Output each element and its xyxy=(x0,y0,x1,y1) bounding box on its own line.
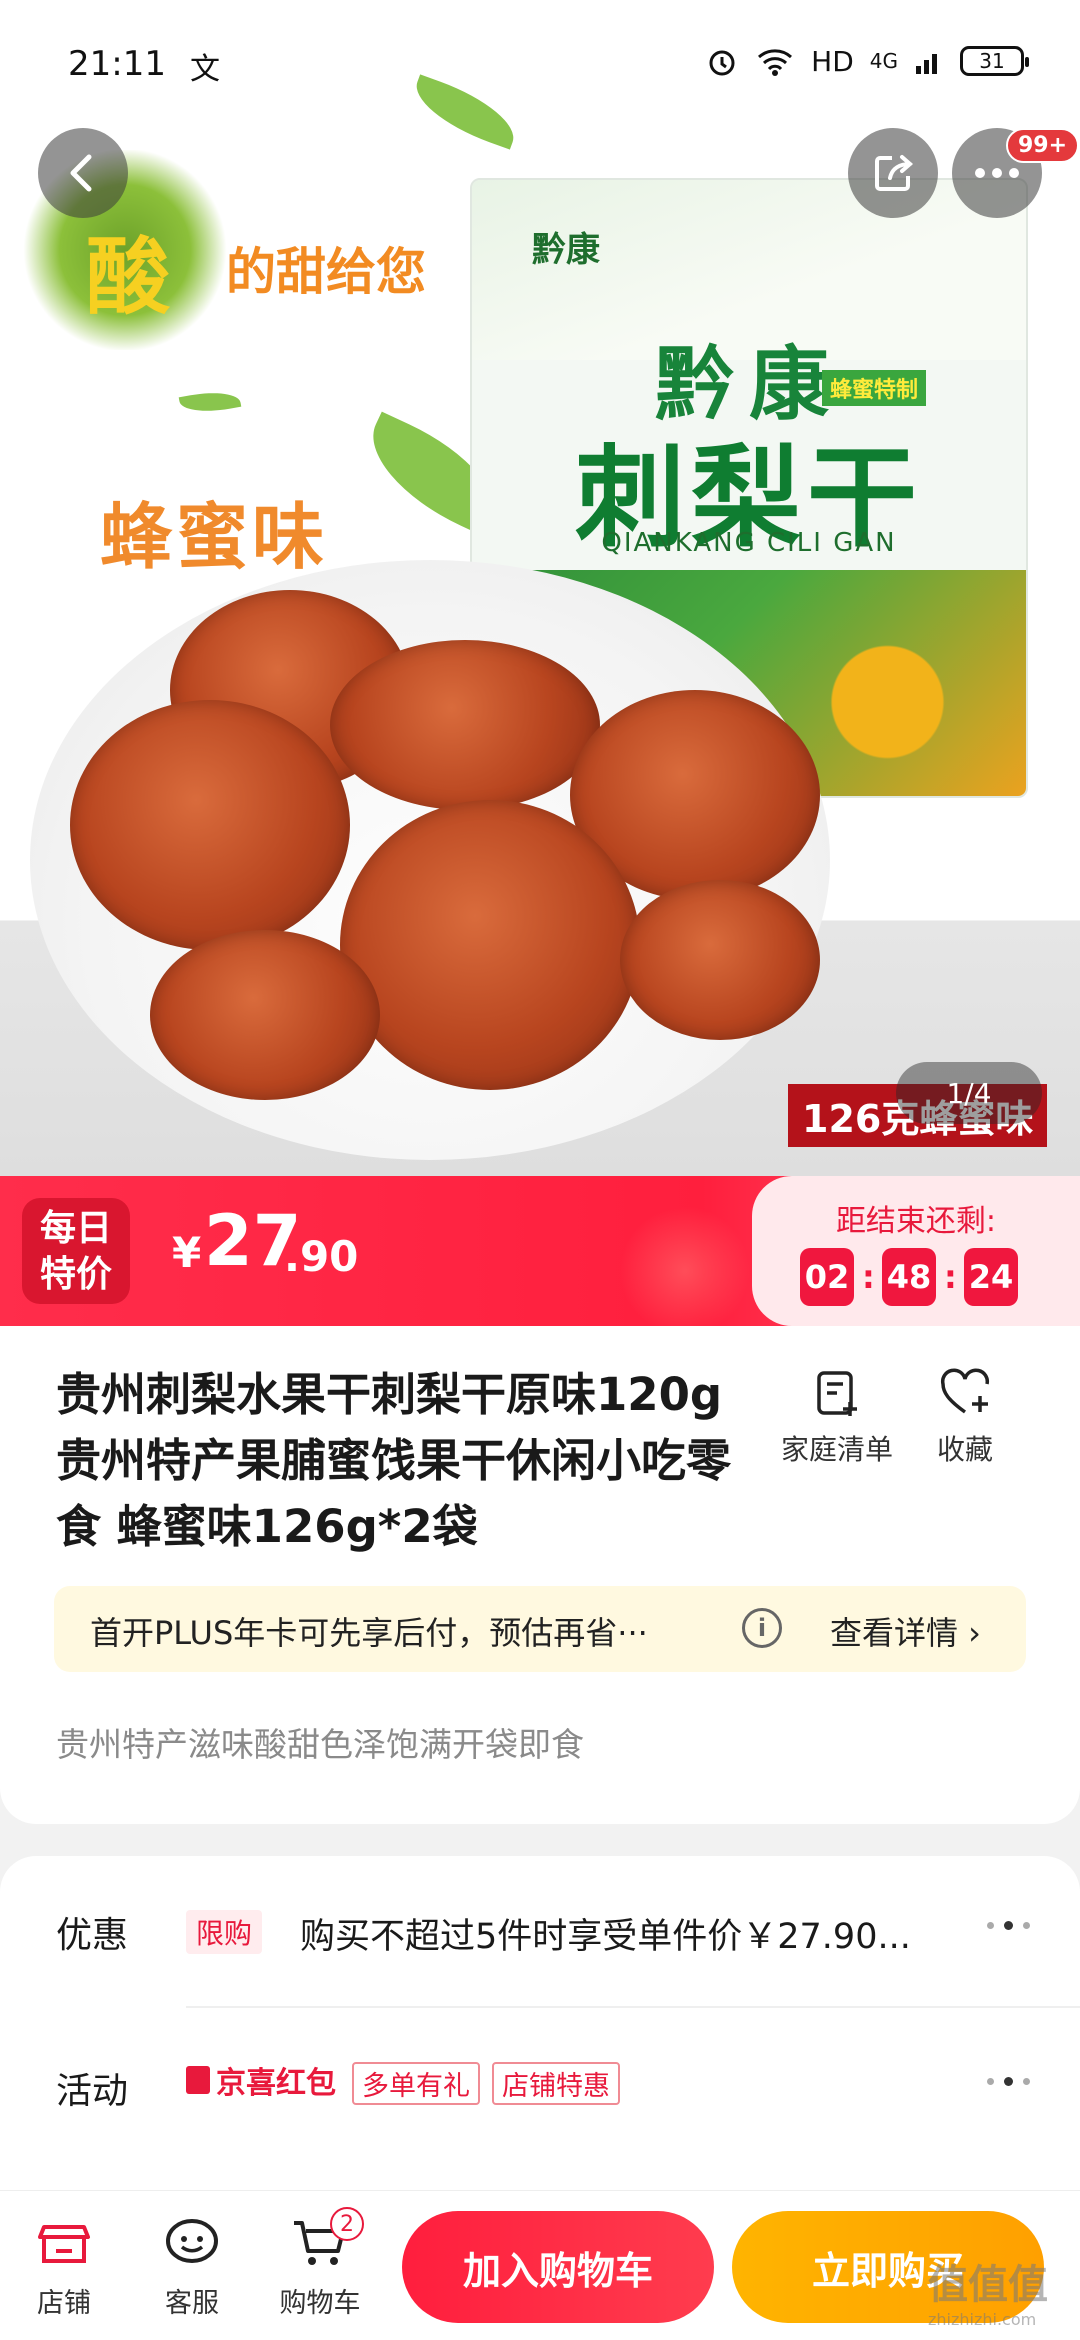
signal-type: 4G xyxy=(869,49,898,73)
slogan-main: 酸 xyxy=(86,228,171,326)
signal-icon xyxy=(916,54,937,74)
dried-fruit-slice xyxy=(620,880,820,1040)
countdown-hours: 02 xyxy=(800,1248,854,1306)
countdown-separator: : xyxy=(862,1258,875,1296)
activity-row[interactable]: 活动 京喜红包 多单有礼 店铺特惠 xyxy=(0,2012,1080,2162)
status-indicator: 文 xyxy=(190,52,220,87)
dried-fruit-slice xyxy=(340,800,640,1090)
share-icon xyxy=(875,155,914,191)
countdown-panel: 距结束还剩: 02 : 48 : 24 xyxy=(752,1176,1080,1326)
leaf-decoration xyxy=(178,386,242,418)
discount-row[interactable]: 优惠 限购 购买不超过5件时享受单件价￥27.90... xyxy=(0,1856,1080,2006)
status-right: HD 4G 31 xyxy=(705,44,1029,78)
chevron-left-icon xyxy=(70,154,92,192)
cart-tab[interactable]: 2 购物车 xyxy=(260,2207,380,2320)
watermark-glyph: 值 xyxy=(968,2262,1008,2308)
jx-red-packet-label: 京喜红包 xyxy=(216,2066,336,2101)
package-tag: 蜂蜜特制 xyxy=(822,370,927,406)
share-button[interactable] xyxy=(848,128,938,218)
chat-face-icon xyxy=(166,2219,218,2263)
promotions-card: 优惠 限购 购买不超过5件时享受单件价￥27.90... 活动 京喜红包 多单有… xyxy=(0,1856,1080,2196)
status-time: 21:11 xyxy=(68,44,166,84)
heart-add-icon xyxy=(940,1368,990,1414)
product-image-gallery[interactable]: 21:11 文 HD 4G 31 99+ 酸 的甜给您 蜂蜜味 黔康 黔康 蜂蜜… xyxy=(0,0,1080,1180)
daily-deal-badge: 每日 特价 xyxy=(22,1198,130,1304)
discount-text: 购买不超过5件时享受单件价￥27.90... xyxy=(300,1917,911,1957)
row-divider xyxy=(186,2006,1080,2008)
multi-order-tag: 多单有礼 xyxy=(352,2062,480,2105)
jx-red-packet-tag: 京喜红包 xyxy=(186,2058,336,2102)
image-pager: 1/4 xyxy=(896,1062,1042,1124)
site-watermark: 值值值 zhizhizhi.com xyxy=(928,2252,1048,2329)
limit-tag: 限购 xyxy=(186,1910,263,1954)
watermark-glyph: 值 xyxy=(1008,2262,1048,2308)
wifi-icon xyxy=(758,49,793,76)
plus-promo-text: 首开PLUS年卡可先享后付，预估再省··· xyxy=(90,1614,648,1652)
price-decimal: .90 xyxy=(284,1232,359,1281)
daily-deal-badge-line2: 特价 xyxy=(39,1254,112,1295)
more-dots-icon[interactable] xyxy=(987,1921,1030,1930)
plus-membership-bar[interactable]: 首开PLUS年卡可先享后付，预估再省··· i 查看详情 › xyxy=(54,1586,1026,1672)
add-to-cart-button[interactable]: 加入购物车 xyxy=(402,2211,714,2323)
daily-deal-banner: 每日 特价 ¥ 27 .90 距结束还剩: 02 : 48 : 24 xyxy=(0,1176,1080,1326)
countdown-label: 距结束还剩: xyxy=(835,1204,997,1239)
discount-label: 优惠 xyxy=(56,1915,129,1956)
network-type: HD xyxy=(811,44,854,78)
store-deal-tag: 店铺特惠 xyxy=(492,2062,620,2105)
countdown-timer: 02 : 48 : 24 xyxy=(800,1248,1018,1306)
favorite-label: 收藏 xyxy=(936,1433,993,1466)
package-pinyin: QIANKANG CILI GAN xyxy=(601,528,897,558)
dried-fruit-slice xyxy=(70,700,350,950)
message-count-badge: 99+ xyxy=(1006,128,1080,163)
flame-decoration xyxy=(620,1206,750,1326)
store-label: 店铺 xyxy=(37,2288,91,2319)
red-packet-icon xyxy=(186,2066,210,2094)
cart-label: 购物车 xyxy=(279,2288,361,2319)
dried-fruit-slice xyxy=(330,640,600,810)
daily-deal-badge-line1: 每日 xyxy=(39,1208,112,1249)
customer-service-tab[interactable]: 客服 xyxy=(132,2213,252,2320)
battery-icon: 31 xyxy=(960,46,1029,76)
customer-service-label: 客服 xyxy=(165,2288,219,2319)
cart-count-badge: 2 xyxy=(330,2207,364,2241)
countdown-seconds: 24 xyxy=(964,1248,1018,1306)
back-button[interactable] xyxy=(38,128,128,218)
product-info-card: 贵州刺梨水果干刺梨干原味120g贵州特产果脯蜜饯果干休闲小吃零食 蜂蜜味126g… xyxy=(0,1326,1080,1824)
more-dots-icon[interactable] xyxy=(987,2077,1030,2086)
view-details-link[interactable]: 查看详情 › xyxy=(830,1608,981,1654)
flavor-text: 蜂蜜味 xyxy=(100,495,329,579)
watermark-url: zhizhizhi.com xyxy=(928,2310,1037,2329)
product-title: 贵州刺梨水果干刺梨干原味120g贵州特产果脯蜜饯果干休闲小吃零食 蜂蜜味126g… xyxy=(56,1368,732,1553)
store-icon xyxy=(38,2225,90,2263)
more-horizontal-icon xyxy=(975,168,1019,178)
dried-fruit-slice xyxy=(150,930,380,1100)
package-logo: 黔康 xyxy=(532,230,600,270)
watermark-glyph: 值 xyxy=(928,2262,968,2308)
countdown-minutes: 48 xyxy=(882,1248,936,1306)
status-bar: 21:11 文 HD 4G 31 xyxy=(0,0,1080,130)
alarm-icon xyxy=(709,50,735,76)
store-tab[interactable]: 店铺 xyxy=(4,2213,124,2320)
bottom-action-bar: 店铺 客服 2 购物车 加入购物车 立即购买 xyxy=(0,2190,1080,2340)
activity-label: 活动 xyxy=(56,2071,129,2112)
price-currency: ¥ xyxy=(172,1228,202,1277)
slogan-rest: 的甜给您 xyxy=(226,243,426,301)
info-icon[interactable]: i xyxy=(742,1608,782,1648)
favorite-button[interactable]: 收藏 xyxy=(890,1366,1040,1468)
list-add-icon xyxy=(817,1371,857,1416)
product-subtitle: 贵州特产滋味酸甜色泽饱满开袋即食 xyxy=(56,1725,584,1764)
countdown-separator: : xyxy=(944,1258,957,1296)
